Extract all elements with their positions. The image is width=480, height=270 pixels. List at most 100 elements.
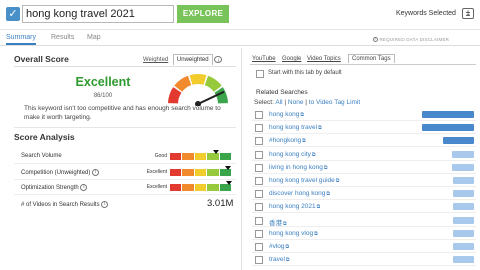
- info-icon[interactable]: i: [214, 55, 223, 63]
- keyword-checkbox[interactable]: [255, 163, 263, 172]
- score-analysis-title: Score Analysis: [14, 132, 75, 142]
- keyword-text: hong kong travel guide: [269, 177, 335, 184]
- external-link-icon[interactable]: ⧉: [318, 125, 322, 131]
- keyword-row[interactable]: travel⧉: [252, 253, 476, 267]
- search-input[interactable]: hong kong travel 2021: [22, 5, 174, 23]
- keyword-checkbox[interactable]: [255, 203, 263, 212]
- keyword-checkbox[interactable]: [255, 190, 263, 199]
- keyword-link[interactable]: travel⧉: [269, 256, 289, 263]
- external-link-icon[interactable]: ⧉: [312, 152, 316, 158]
- keyword-row[interactable]: #hongkong⧉: [252, 134, 476, 148]
- tab-youtube[interactable]: YouTube: [252, 56, 276, 62]
- search-volume-bar: [443, 137, 474, 145]
- select-all-link[interactable]: All: [275, 99, 282, 106]
- search-volume-bar: [453, 243, 474, 250]
- keyword-text: travel: [269, 256, 285, 264]
- info-icon[interactable]: i: [101, 201, 109, 208]
- videos-label-text: # of Videos in Search Results: [21, 202, 100, 209]
- keyword-checkbox[interactable]: [255, 216, 263, 225]
- keyword-row[interactable]: hong kong city⧉: [252, 148, 476, 161]
- keyword-link[interactable]: hong kong travel guide⧉: [269, 177, 339, 184]
- keywords-selected-count: 1: [466, 11, 470, 17]
- external-link-icon[interactable]: ⧉: [326, 191, 330, 197]
- keyword-row[interactable]: living in hong kong⧉: [252, 161, 476, 174]
- gauge-segment: [204, 75, 222, 92]
- rating-marker: [212, 150, 219, 154]
- videos-count-value: 3.01M: [207, 198, 234, 209]
- metric-rating: Good: [154, 153, 167, 159]
- keyword-checkbox[interactable]: [255, 177, 263, 185]
- tab-map[interactable]: Map: [87, 34, 101, 41]
- keyword-link[interactable]: #hongkong⧉: [269, 137, 306, 144]
- select-separator: |: [284, 99, 287, 106]
- keyword-row[interactable]: hong kong 2021⧉: [252, 200, 476, 214]
- keyword-row[interactable]: hong kong travel guide⧉: [252, 174, 476, 187]
- keywords-selected-icon[interactable]: 1: [462, 8, 474, 19]
- divider: [14, 127, 236, 128]
- keyword-text: hong kong city: [269, 150, 311, 158]
- keyword-link[interactable]: #vlog⧉: [269, 243, 289, 250]
- weighted-toggle[interactable]: Weighted: [140, 55, 171, 65]
- external-link-icon[interactable]: ⧉: [300, 112, 304, 118]
- keyword-text: hong kong: [269, 111, 300, 118]
- check-icon[interactable]: ✓: [6, 7, 20, 21]
- external-link-icon[interactable]: ⧉: [286, 244, 290, 250]
- keyword-link[interactable]: discover hong kong⧉: [269, 190, 330, 197]
- top-bar: ✓ hong kong travel 2021 EXPLORE Keywords…: [0, 0, 480, 30]
- external-link-icon[interactable]: ⧉: [336, 178, 340, 184]
- search-volume-bar: [452, 150, 474, 158]
- rating-bar: [170, 169, 232, 176]
- select-limit-link[interactable]: to Video Tag Limit: [309, 99, 360, 106]
- score-rating: Excellent: [75, 75, 131, 89]
- tab-results[interactable]: Results: [51, 34, 74, 41]
- keyword-checkbox[interactable]: [255, 150, 263, 159]
- tab-common-tags[interactable]: Common Tags: [348, 54, 395, 63]
- external-link-icon[interactable]: ⧉: [324, 165, 328, 171]
- keyword-link[interactable]: hong kong vlog⧉: [269, 230, 318, 237]
- search-volume-bar: [453, 256, 474, 264]
- external-link-icon[interactable]: ⧉: [283, 221, 287, 227]
- keyword-text: discover hong kong: [269, 190, 326, 198]
- select-none-link[interactable]: None: [288, 99, 304, 106]
- keyword-link[interactable]: living in hong kong⧉: [269, 164, 327, 171]
- keyword-row[interactable]: #vlog⧉: [252, 240, 476, 253]
- keyword-link[interactable]: hong kong city⧉: [269, 151, 316, 158]
- metric-label: Competition (Unweighted) i: [21, 169, 100, 176]
- external-link-icon[interactable]: ⧉: [302, 138, 306, 144]
- tab-video-topics[interactable]: Video Topics: [307, 56, 341, 62]
- keyword-row[interactable]: discover hong kong⧉: [252, 187, 476, 201]
- external-link-icon[interactable]: ⧉: [317, 204, 321, 210]
- keyword-checkbox[interactable]: [255, 256, 263, 265]
- default-tab-checkbox[interactable]: [256, 70, 264, 78]
- external-link-icon[interactable]: ⧉: [314, 231, 318, 237]
- keyword-checkbox[interactable]: [255, 124, 263, 133]
- keyword-checkbox[interactable]: [255, 111, 263, 119]
- score-value: 86/100: [93, 93, 113, 99]
- info-icon[interactable]: i: [92, 169, 100, 176]
- keyword-row[interactable]: hong kong vlog⧉: [252, 227, 476, 240]
- rating-marker: [224, 166, 231, 170]
- keyword-row[interactable]: 香港⧉: [252, 214, 476, 227]
- tab-summary[interactable]: Summary: [6, 34, 36, 45]
- keyword-checkbox[interactable]: [255, 137, 263, 146]
- explore-button[interactable]: EXPLORE: [177, 5, 229, 23]
- info-icon[interactable]: i: [80, 184, 88, 191]
- keyword-link[interactable]: hong kong⧉: [269, 111, 304, 118]
- divider: [14, 163, 236, 164]
- search-volume-bar: [453, 177, 474, 184]
- keyword-row[interactable]: hong kong⧉: [252, 108, 476, 121]
- keyword-link[interactable]: 香港⧉: [269, 217, 287, 227]
- tab-google[interactable]: Google: [282, 56, 301, 62]
- videos-count-label: # of Videos in Search Results i: [21, 201, 109, 209]
- rating-bar: [170, 153, 232, 160]
- keywords-selected[interactable]: Keywords Selected: [396, 10, 456, 17]
- keyword-link[interactable]: hong kong travel⧉: [269, 124, 322, 131]
- external-link-icon[interactable]: ⧉: [286, 257, 290, 263]
- data-disclaimer-link[interactable]: i REQUIRED DATA DISCLAIMER: [373, 37, 449, 43]
- keyword-checkbox[interactable]: [255, 229, 263, 238]
- keyword-link[interactable]: hong kong 2021⧉: [269, 203, 320, 210]
- keyword-checkbox[interactable]: [255, 243, 263, 251]
- keyword-row[interactable]: hong kong travel⧉: [252, 121, 476, 135]
- gauge-segment: [174, 75, 192, 92]
- unweighted-toggle[interactable]: Unweighted: [172, 54, 213, 65]
